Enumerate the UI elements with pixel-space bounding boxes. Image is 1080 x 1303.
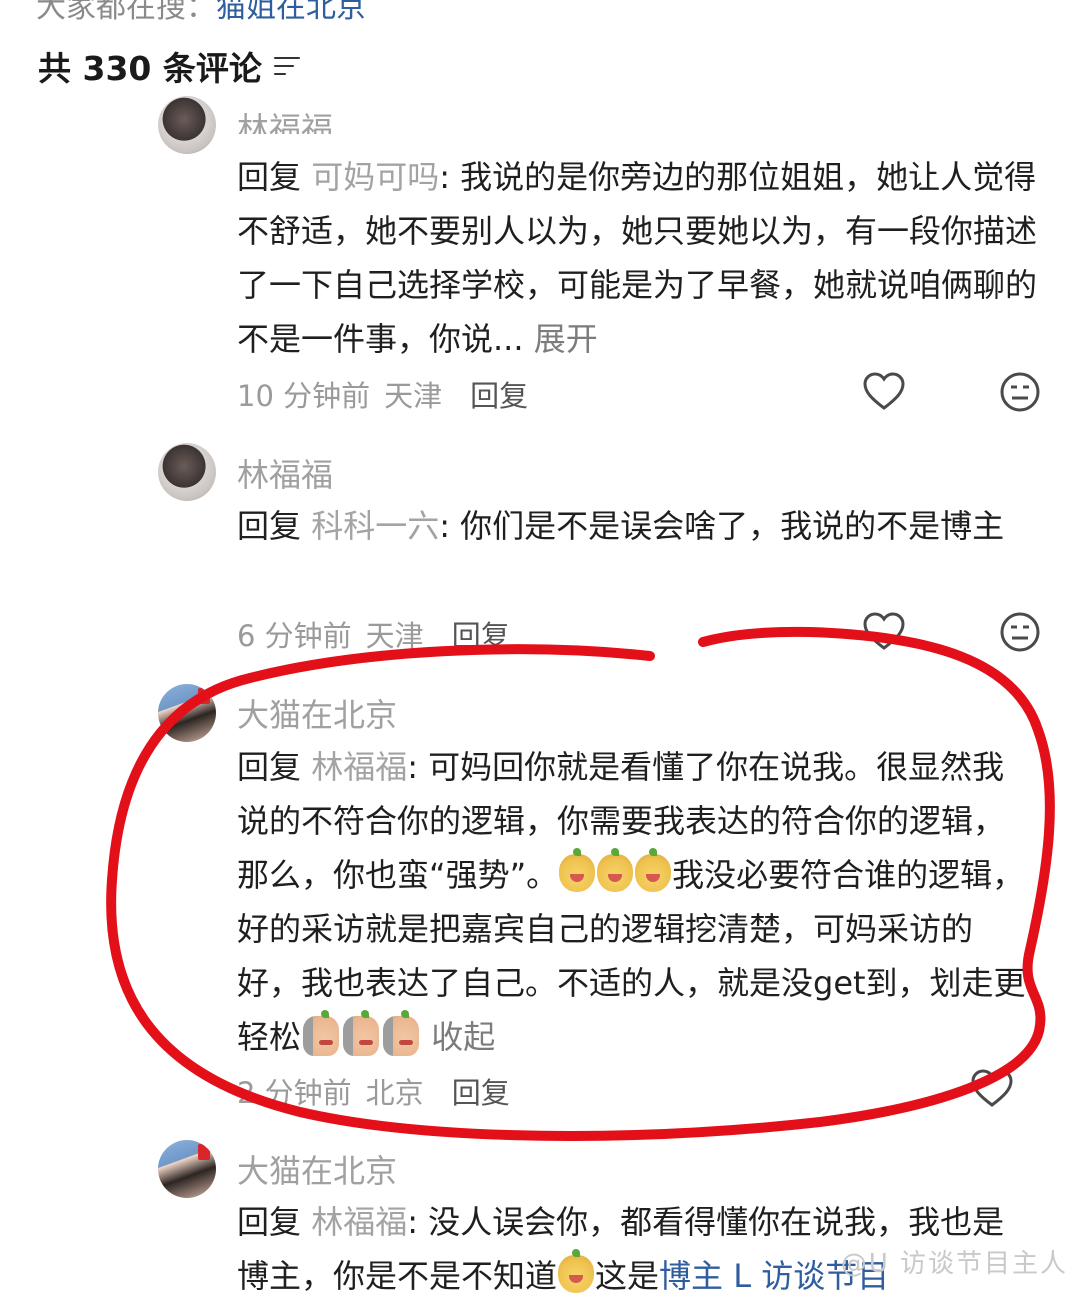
watermark: @U 访谈节目主人	[840, 1249, 1068, 1279]
red-annotation-circle	[106, 626, 1055, 1141]
